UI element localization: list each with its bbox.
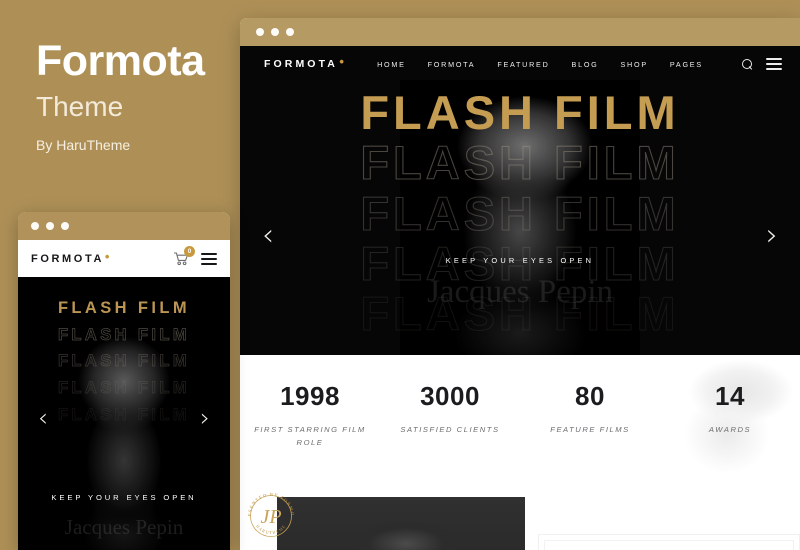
stat-number: 3000 [420, 381, 480, 411]
promo-title: Formota [36, 37, 205, 85]
stat-label: FIRST STARRING FILM ROLE [254, 425, 366, 447]
hero-next-arrow[interactable]: › [766, 221, 778, 251]
stat-item: 1998 FIRST STARRING FILM ROLE [240, 355, 380, 487]
main-menu: HOME FORMOTA FEATURED BLOG SHOP PAGES [377, 60, 703, 69]
mobile-hero-headline-echo-3: FLASH FILM [57, 379, 191, 398]
window-dot-maximize[interactable] [61, 222, 69, 230]
stat-item: 80 FEATURE FILMS [520, 355, 660, 487]
mobile-hero-headline: FLASH FILM [57, 299, 191, 317]
mobile-header-tools: 0 [173, 246, 217, 266]
mobile-hero-tagline: KEEP YOUR EYES OPEN [51, 493, 197, 502]
mobile-site-logo[interactable]: FORMOTA • [31, 249, 109, 265]
nav-item-blog[interactable]: BLOG [572, 60, 599, 69]
monogram-seal-badge: PRESENTED BY FORMOTA HARUTHEME JP [244, 489, 298, 543]
promo-subtitle: Theme [36, 91, 124, 122]
mobile-titlebar [18, 212, 230, 240]
logo-dot-icon: • [339, 54, 347, 69]
window-dot-minimize[interactable] [271, 28, 279, 36]
nav-item-home[interactable]: HOME [377, 60, 406, 69]
nav-item-formota[interactable]: FORMOTA [428, 60, 476, 69]
cart-icon[interactable]: 0 [173, 246, 195, 266]
mobile-hero: FLASH FILM FLASH FILM FLASH FILM FLASH F… [18, 277, 230, 550]
mobile-hero-headline-stack: FLASH FILM FLASH FILM FLASH FILM FLASH F… [18, 295, 230, 429]
desktop-browser-mockup: FORMOTA • HOME FORMOTA FEATURED BLOG SHOP… [240, 18, 800, 550]
stat-label: AWARDS [708, 425, 752, 434]
hero-prev-arrow[interactable]: ‹ [262, 221, 274, 251]
mobile-browser-mockup: FORMOTA • 0 FLASH FILM FLASH FILM FLASH F… [18, 212, 230, 550]
stat-number: 80 [575, 381, 605, 411]
mobile-hero-person-name: Jacques Pepin [64, 515, 184, 539]
desktop-titlebar [240, 18, 800, 46]
hero-headline-echo-1: FLASH FILM [360, 136, 680, 190]
search-icon[interactable] [741, 58, 753, 70]
showcase-section: PRESENTED BY FORMOTA HARUTHEME JP [240, 487, 800, 550]
hero-headline: FLASH FILM [360, 86, 680, 139]
mobile-hero-next-arrow[interactable]: › [200, 405, 210, 430]
mobile-hero-prev-arrow[interactable]: ‹ [38, 405, 48, 430]
showcase-card-outline-2 [544, 540, 794, 550]
mobile-header: FORMOTA • 0 [18, 240, 230, 277]
stat-label: FEATURE FILMS [550, 425, 630, 434]
mobile-hero-headline-echo-2: FLASH FILM [57, 352, 191, 371]
hero-headline-echo-2: FLASH FILM [360, 186, 680, 240]
hero-tagline: KEEP YOUR EYES OPEN [445, 256, 595, 265]
window-dot-close[interactable] [31, 222, 39, 230]
stat-label: SATISFIED CLIENTS [400, 425, 500, 434]
window-dot-maximize[interactable] [286, 28, 294, 36]
nav-item-featured[interactable]: FEATURED [497, 60, 549, 69]
mobile-site-logo-text: FORMOTA [31, 252, 104, 265]
stat-item: 14 AWARDS [660, 355, 800, 487]
stats-section: 1998 FIRST STARRING FILM ROLE 3000 SATIS… [240, 355, 800, 487]
hero-person-name: Jacques Pepin [426, 274, 614, 310]
mobile-hero-headline-echo-4: FLASH FILM [57, 405, 191, 425]
hamburger-icon[interactable] [765, 58, 782, 70]
stat-number: 1998 [280, 381, 340, 411]
window-dot-minimize[interactable] [46, 222, 54, 230]
desktop-hero: FORMOTA • HOME FORMOTA FEATURED BLOG SHOP… [240, 46, 800, 355]
site-logo-text: FORMOTA [264, 58, 338, 70]
stat-item: 3000 SATISFIED CLIENTS [380, 355, 520, 487]
nav-item-pages[interactable]: PAGES [670, 60, 703, 69]
window-dot-close[interactable] [256, 28, 264, 36]
nav-item-shop[interactable]: SHOP [621, 60, 648, 69]
cart-count-badge: 0 [184, 246, 195, 257]
seal-monogram: JP [260, 506, 281, 528]
navbar-tools [741, 58, 782, 70]
promo-author: By HaruTheme [36, 137, 131, 153]
mobile-hero-headline-echo-1: FLASH FILM [57, 325, 191, 344]
desktop-navbar: FORMOTA • HOME FORMOTA FEATURED BLOG SHOP… [240, 46, 800, 82]
site-logo[interactable]: FORMOTA • [264, 54, 344, 70]
stat-number: 14 [715, 381, 745, 411]
mobile-logo-dot-icon: • [104, 248, 112, 264]
showcase-image-card[interactable] [277, 497, 525, 550]
mobile-hamburger-icon[interactable] [201, 252, 217, 265]
